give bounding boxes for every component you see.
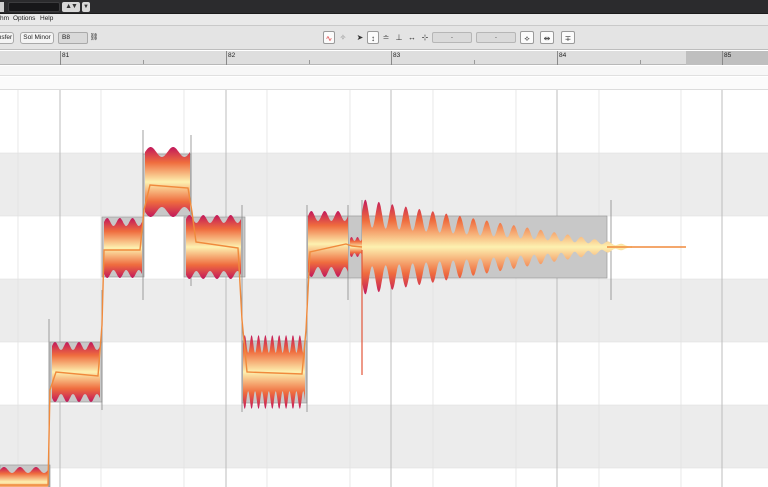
bar-line [226, 51, 227, 65]
menu-item-help[interactable]: Help [40, 15, 53, 22]
note-blob[interactable] [104, 218, 142, 278]
menu-item-options[interactable]: Options [13, 15, 35, 22]
quantize-pitch-icon[interactable]: ⟡ [520, 31, 534, 44]
beat-tick [309, 60, 310, 64]
pitch-drift-icon[interactable]: ∿ [323, 31, 335, 44]
pitch-lane-shade [0, 153, 768, 216]
note-blob[interactable] [308, 211, 348, 277]
value-field-1[interactable]: - [432, 32, 472, 43]
sub-ruler [0, 66, 768, 76]
link-icon[interactable]: ⛓ [88, 31, 100, 44]
pitch-reference-field[interactable]: B8 [58, 32, 88, 44]
bar-ruler[interactable]: 81 82 83 84 85 [0, 51, 768, 65]
menu-bar: hm Options Help [0, 14, 768, 26]
title-bar: ▲▼ ▼ [0, 0, 768, 14]
melodyne-editor-window: ▲▼ ▼ hm Options Help nsfer Sol Minor B8 … [0, 0, 768, 487]
bar-number: 85 [724, 52, 732, 59]
info-lane [0, 77, 768, 90]
pitch-tool-icon[interactable]: ↕ [367, 31, 379, 44]
formant-tool-icon[interactable]: ≐ [380, 31, 392, 44]
bar-line [60, 51, 61, 65]
amplitude-tool-icon[interactable]: ⊥ [393, 31, 405, 44]
bar-number: 81 [62, 52, 70, 59]
center-icon[interactable]: ∓ [561, 31, 575, 44]
bar-number: 84 [559, 52, 567, 59]
quantize-time-icon[interactable]: ⇹ [540, 31, 554, 44]
timing-tool-icon[interactable]: ↔ [406, 31, 418, 44]
pitch-lane-shade [0, 405, 768, 468]
beat-tick [474, 60, 475, 64]
bar-number: 82 [228, 52, 236, 59]
track-stepper-icon[interactable]: ▲▼ [62, 2, 80, 12]
track-dropdown-icon[interactable]: ▼ [82, 2, 90, 12]
left-edge-button[interactable] [0, 2, 4, 12]
bar-line [557, 51, 558, 65]
value-field-2[interactable]: - [476, 32, 516, 43]
separation-tool-icon[interactable]: ⊹ [419, 31, 431, 44]
beat-tick [640, 60, 641, 64]
bar-line [391, 51, 392, 65]
bar-number: 83 [393, 52, 401, 59]
track-name-field[interactable] [8, 2, 60, 12]
pointer-tool-icon[interactable]: ➤ [354, 31, 366, 44]
beat-tick [143, 60, 144, 64]
scale-snap-icon[interactable]: ✧ [337, 31, 349, 44]
pitch-lane-shade [0, 279, 768, 342]
note-blob[interactable] [145, 147, 190, 217]
toolbar: nsfer Sol Minor B8 ⛓ ∿ ✧ ➤ ↕ ≐ ⊥ ↔ ⊹ - -… [0, 26, 768, 50]
scale-button[interactable]: Sol Minor [20, 32, 54, 44]
bar-line [722, 51, 723, 65]
transfer-button[interactable]: nsfer [0, 32, 14, 44]
note-editor-canvas[interactable] [0, 90, 768, 487]
menu-item-algorithm[interactable]: hm [0, 15, 9, 22]
